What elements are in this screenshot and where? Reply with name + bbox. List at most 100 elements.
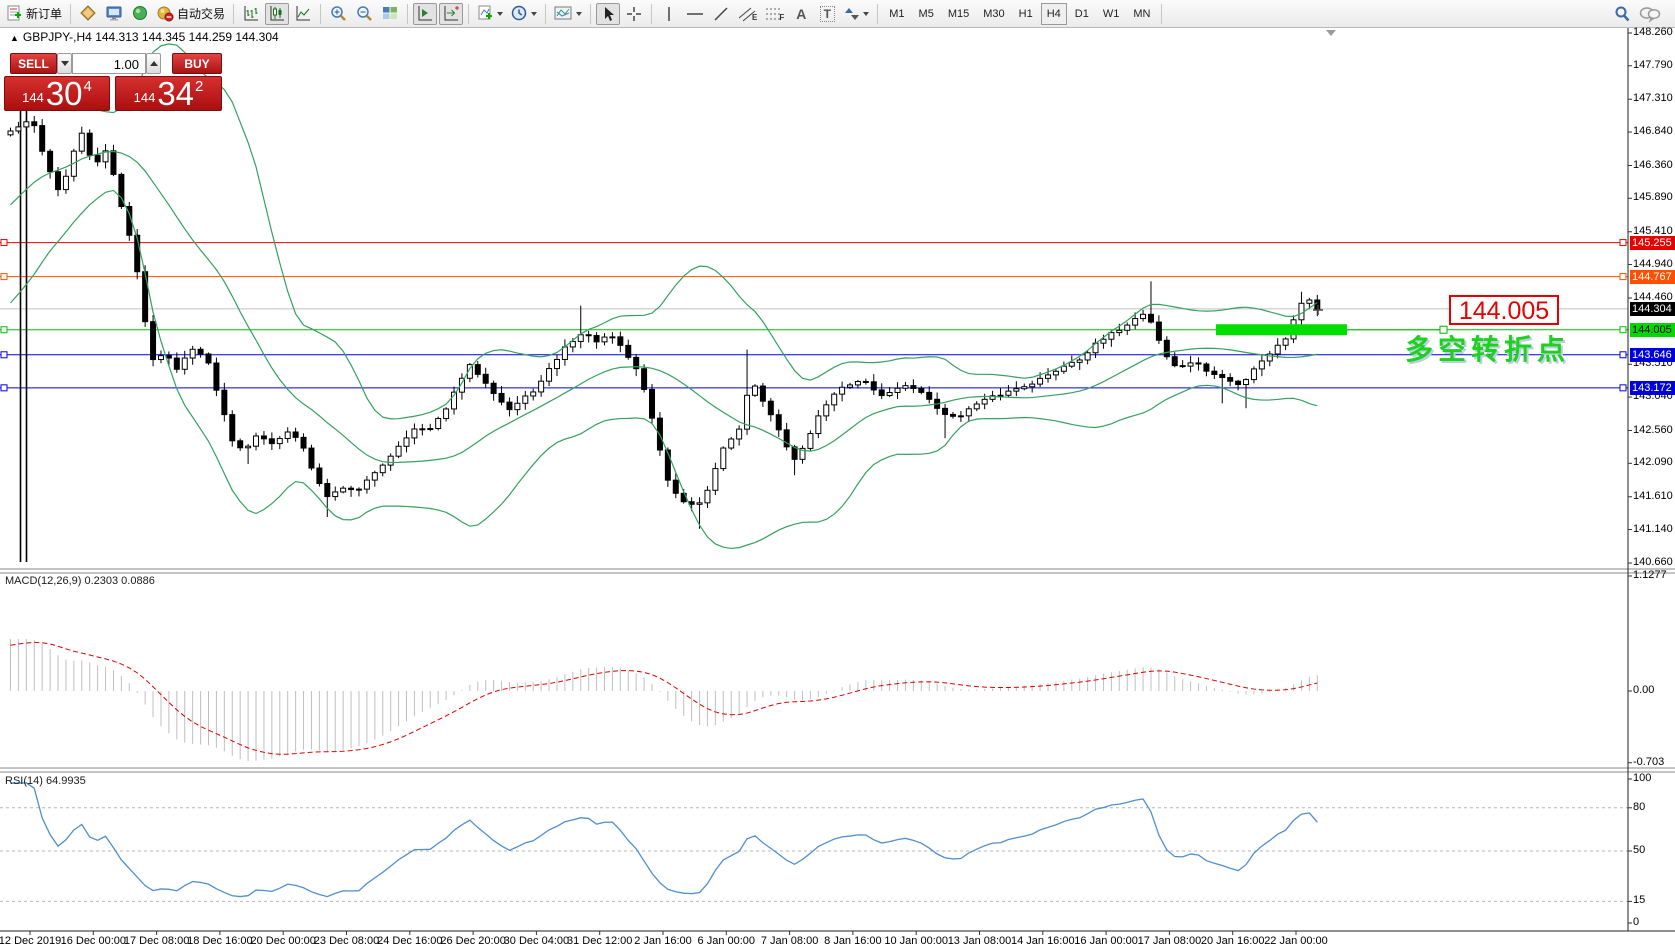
chart-area[interactable]: ▲ GBPJPY-,H4 144.313 144.345 144.259 144.… [0,26,1675,949]
time-axis-label: 13 Jan 08:00 [947,935,1012,947]
tile-windows-icon [382,7,397,19]
bollinger-bands-group [10,43,1318,550]
timeframe-button-h4[interactable]: H4 [1040,2,1067,25]
time-axis-label: 26 Dec 20:00 [440,935,506,947]
macd-axis-label: 1.1277 [1633,568,1667,581]
separator [70,3,72,24]
collapse-arrow-icon[interactable]: ▲ [10,33,19,43]
line-chart-icon [296,6,310,21]
price-tick-label: 147.790 [1633,58,1673,71]
buy-button[interactable]: BUY [172,53,222,74]
cursor-tool-button[interactable] [596,2,621,25]
dropdown-caret [576,11,583,16]
timeframe-button-w1[interactable]: W1 [1097,3,1126,25]
chinese-note-text[interactable]: 多空转折点 [1405,328,1570,368]
separator [407,3,409,24]
line-chart-mode-button[interactable] [291,3,315,25]
fibonacci-tool-button[interactable]: F [762,3,787,25]
trendline-tool-button[interactable] [709,3,733,25]
zoom-in-button[interactable] [326,3,350,25]
symbol-info-line[interactable]: ▲ GBPJPY-,H4 144.313 144.345 144.259 144.… [10,30,279,44]
dropdown-caret [531,11,538,16]
clock-icon [511,5,527,21]
channel-tool-button[interactable]: E [735,3,760,25]
main-chart-canvas[interactable] [0,28,1675,949]
rsi-axis-label: 0 [1633,916,1640,928]
candles-group [7,90,1321,562]
ohlc-readout: 144.313 144.345 144.259 144.304 [95,30,279,44]
rsi-label-name: RSI(14) [5,775,43,787]
volume-increment-button[interactable] [146,53,161,74]
volume-input[interactable]: 1.00 [72,53,146,74]
indicators-icon [478,5,493,20]
toolbar: 新订单 自动交易 E F A T M1 M5 M15 M30 H1 H4 D1 … [0,0,1675,28]
macd-signal-line [10,641,1318,755]
text-tool-button[interactable]: A [789,3,813,25]
time-axis-label: 17 Dec 08:00 [123,935,190,947]
time-axis-label: 7 Jan 08:00 [760,935,819,947]
crosshair-tool-button[interactable] [622,3,646,25]
chart-frame-group [0,28,1675,935]
timeframe-button-m1[interactable]: M1 [883,3,910,25]
sell-price-display[interactable]: 144 30 4 [4,76,110,111]
search-button[interactable] [1610,3,1634,25]
price-annotation-box[interactable]: 144.005 [1449,295,1559,325]
volume-decrement-button[interactable] [57,53,72,74]
dropdown-caret [497,11,504,16]
text-label-icon: T [819,5,835,22]
templates-button[interactable] [551,3,585,25]
macd-axis-label: 0.00 [1633,684,1655,696]
monitor-icon [106,6,122,21]
trading-terminal-window: 新订单 自动交易 E F A T M1 M5 M15 M30 H1 H4 D1 … [0,0,1675,949]
new-order-button[interactable]: 新订单 [3,3,65,25]
sell-button[interactable]: SELL [10,53,57,74]
channel-glyph: E [752,13,758,22]
timeframe-group: M1 M5 M15 M30 H1 H4 D1 W1 MN [882,2,1157,25]
time-axis-label: 24 Dec 16:00 [377,935,443,947]
chart-shift-button[interactable] [439,2,464,25]
separator [877,3,879,24]
bar-chart-mode-button[interactable] [239,3,263,25]
buy-price-display[interactable]: 144 34 2 [115,76,222,111]
indicators-button[interactable] [474,3,506,25]
separator [651,3,653,24]
macd-label-values: 0.2303 0.0886 [84,575,155,587]
auto-trading-icon [157,6,174,22]
time-axis-label: 30 Dec 04:00 [503,935,570,947]
chart-shift-marker-icon[interactable] [1326,30,1336,36]
zoom-out-button[interactable] [352,3,376,25]
auto-scroll-icon [418,6,432,21]
periods-button[interactable] [508,3,540,25]
time-axis-label: 22 Jan 00:00 [1264,935,1328,947]
new-order-icon [7,5,21,21]
sell-price-main: 30 [45,75,83,112]
price-tick-label: 141.140 [1633,522,1673,535]
arrows-tool-button[interactable] [841,3,872,25]
text-label-tool-button[interactable]: T [815,3,839,25]
timeframe-button-m30[interactable]: M30 [977,3,1010,25]
time-axis-label: 12 Dec 2019 [0,935,62,947]
chat-button[interactable] [1636,3,1664,25]
timeframe-button-mn[interactable]: MN [1127,3,1156,25]
horizontal-levels-group [0,239,1628,392]
market-watch-button[interactable] [76,3,100,25]
timeframe-button-d1[interactable]: D1 [1069,3,1095,25]
search-icon [1615,6,1630,21]
strategy-tester-button[interactable] [128,3,152,25]
auto-scroll-button[interactable] [413,2,438,25]
timeframe-button-m15[interactable]: M15 [942,3,975,25]
candlestick-mode-button[interactable] [265,2,290,25]
time-axis-label: 2 Jan 16:00 [634,935,692,947]
timeframe-button-m5[interactable]: M5 [913,3,940,25]
macd-pane-label: MACD(12,26,9) 0.2303 0.0886 [5,575,155,587]
one-click-trading-panel: SELL 1.00 BUY 144 30 4 144 34 2 [4,47,223,111]
auto-trading-button[interactable]: 自动交易 [154,3,228,25]
horizontal-line-tool-button[interactable] [683,3,707,25]
time-axis-label: 8 Jan 16:00 [824,935,882,947]
timeframe-button-h1[interactable]: H1 [1013,3,1039,25]
terminal-button[interactable] [102,3,126,25]
tile-windows-button[interactable] [378,3,402,25]
vertical-line-tool-button[interactable] [657,3,681,25]
fibo-glyph: F [779,13,785,22]
macd-group [10,639,1318,761]
